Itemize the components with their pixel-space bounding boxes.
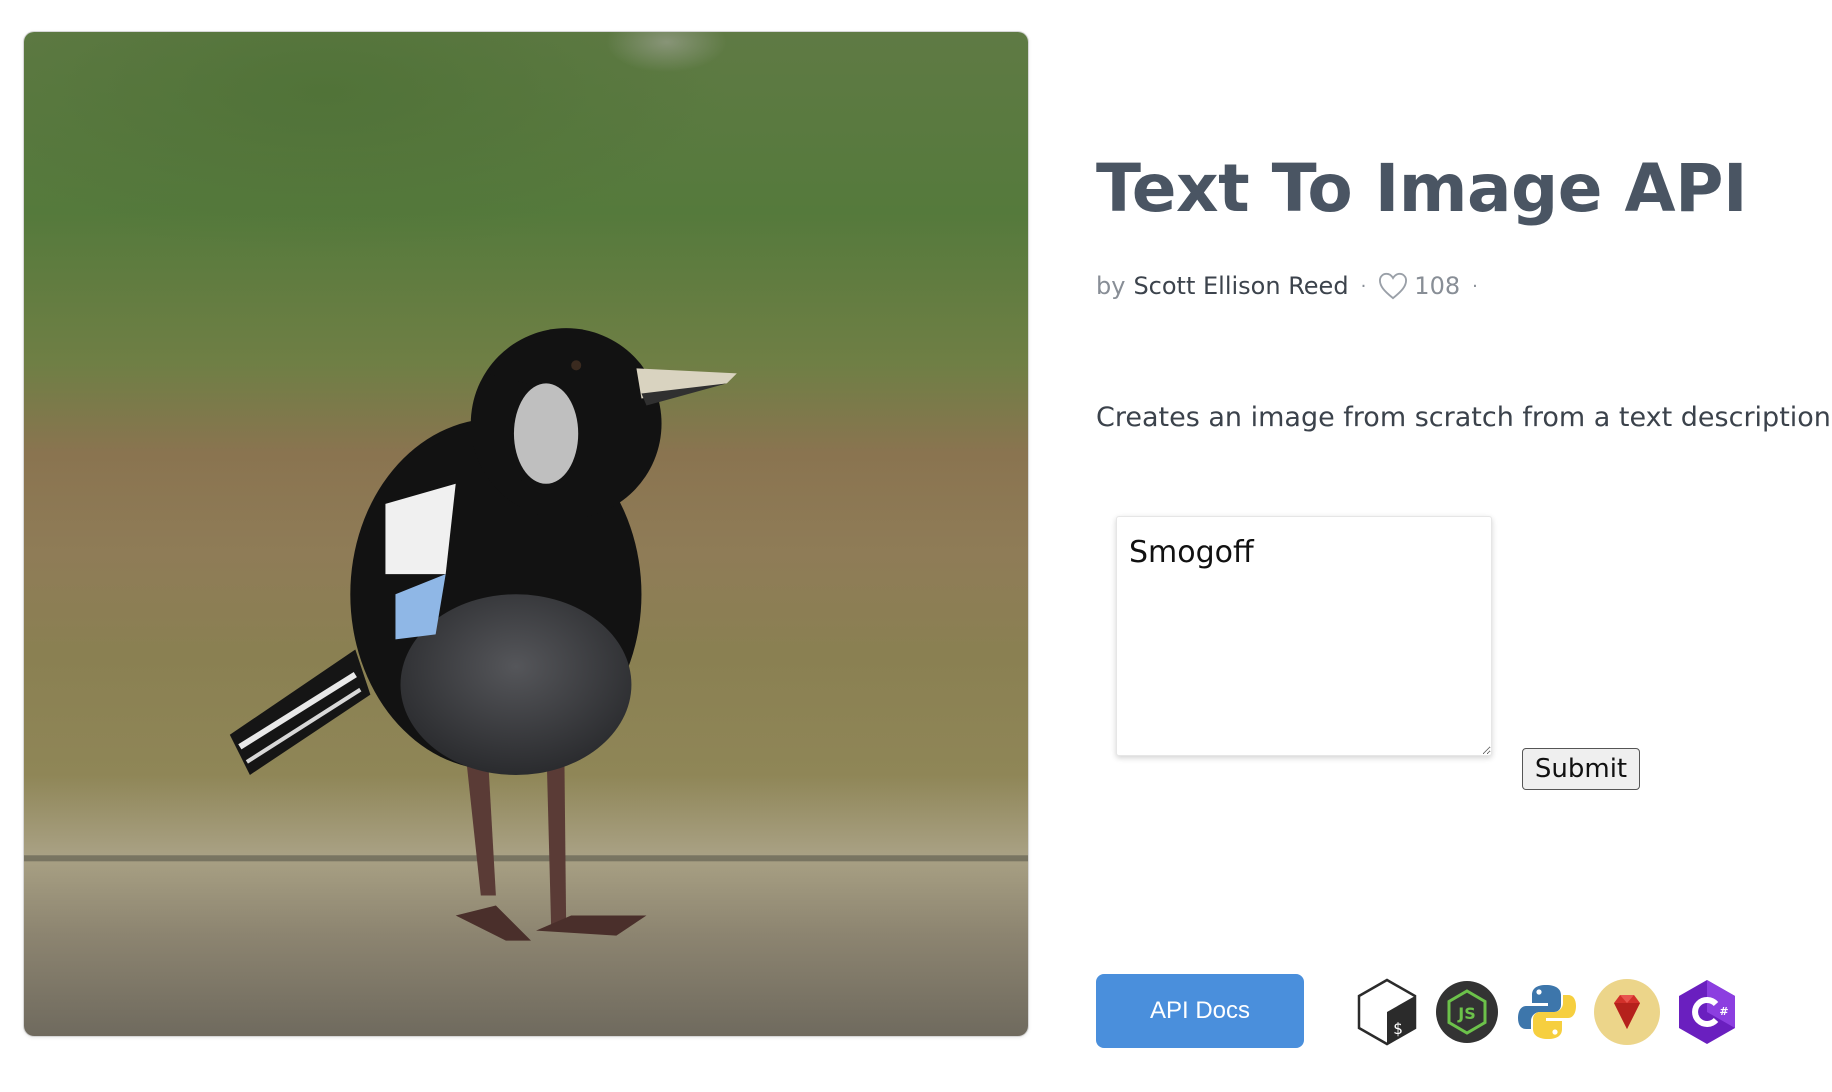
page: Text To Image API by Scott Ellison Reed … <box>0 0 1832 1092</box>
svg-text:$_: $_ <box>1393 1019 1413 1038</box>
author-prefix: by <box>1096 272 1126 300</box>
ruby-icon[interactable] <box>1592 977 1662 1047</box>
api-docs-button[interactable]: API Docs <box>1096 974 1304 1048</box>
likes-count: 108 <box>1414 272 1461 300</box>
api-description: Creates an image from scratch from a tex… <box>1096 402 1832 433</box>
separator-trailing: · <box>1472 275 1478 297</box>
submit-button[interactable]: Submit <box>1522 748 1640 790</box>
magpie-photo <box>24 32 1028 1036</box>
python-icon[interactable] <box>1512 977 1582 1047</box>
author-link[interactable]: Scott Ellison Reed <box>1133 272 1348 300</box>
csharp-icon[interactable]: # <box>1672 977 1742 1047</box>
nodejs-icon[interactable]: JS <box>1432 977 1502 1047</box>
svg-text:JS: JS <box>1457 1004 1475 1023</box>
language-icons: $_ JS # <box>1352 974 1742 1050</box>
page-title: Text To Image API <box>1096 150 1748 227</box>
svg-text:#: # <box>1719 1005 1728 1018</box>
separator: · <box>1360 275 1367 297</box>
meta-row: by Scott Ellison Reed · 108 · <box>1096 272 1490 300</box>
generated-image <box>24 32 1028 1036</box>
prompt-input[interactable]: Smogoff <box>1116 516 1492 756</box>
heart-icon[interactable] <box>1378 272 1408 300</box>
bash-icon[interactable]: $_ <box>1352 977 1422 1047</box>
